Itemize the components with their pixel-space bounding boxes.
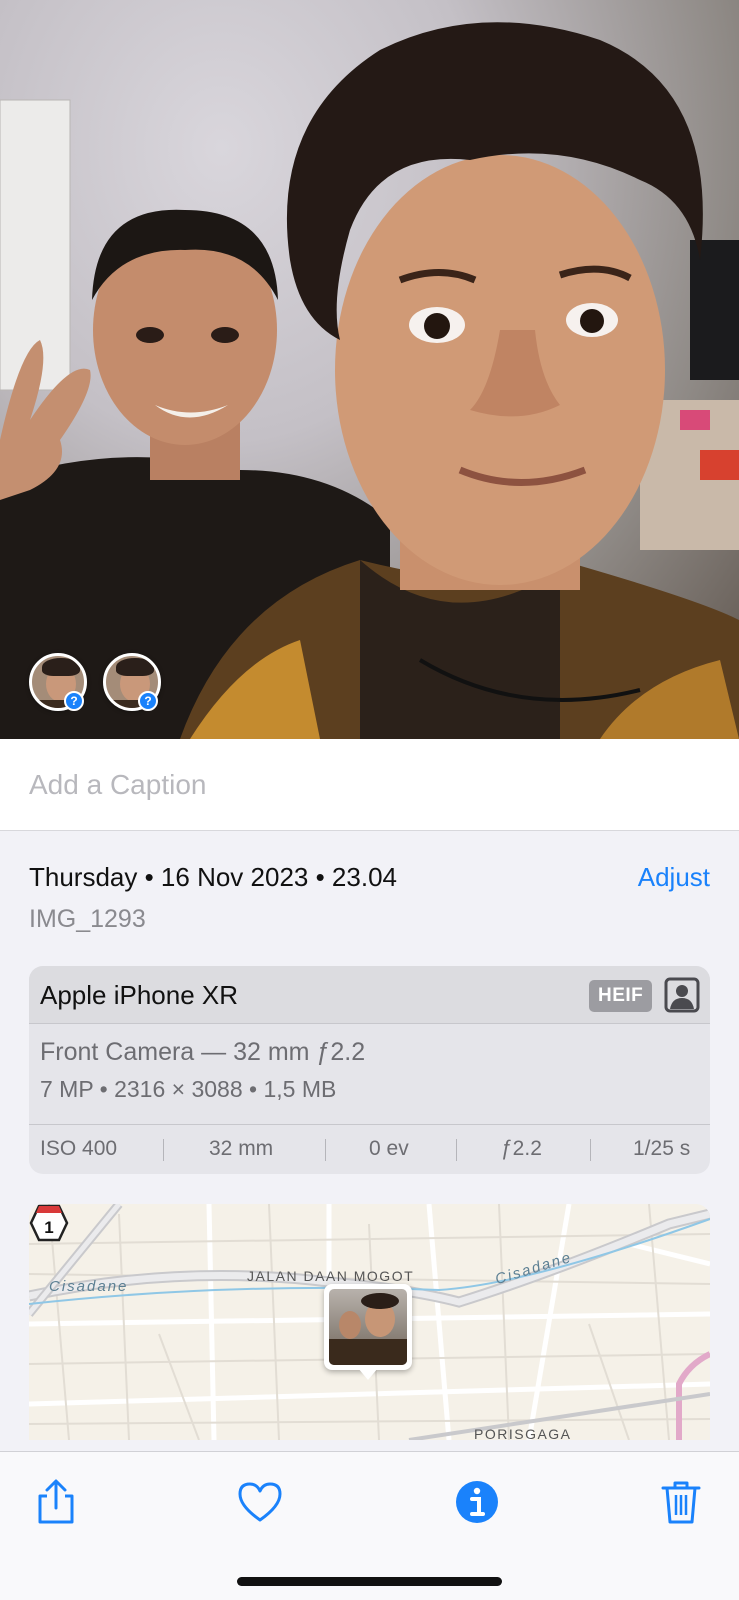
device-name: Apple iPhone XR xyxy=(40,980,239,1010)
location-map[interactable]: Cisadane Cisadane JALAN DAAN MOGOT PORIS… xyxy=(29,1204,710,1440)
camera-info-card: Apple iPhone XR HEIF Front Camera — 32 m… xyxy=(29,966,710,1174)
unknown-person-badge-1: ? xyxy=(64,691,84,711)
photo-view[interactable]: ? ? xyxy=(0,0,739,739)
info-icon[interactable] xyxy=(453,1478,501,1526)
exif-row: ISO 400 32 mm 0 ev ƒ2.2 1/25 s xyxy=(29,1124,710,1174)
map-photo-thumbnail xyxy=(329,1289,407,1365)
capture-date: Thursday • 16 Nov 2023 • 23.04 xyxy=(29,862,397,892)
heart-icon[interactable] xyxy=(236,1478,284,1526)
map-label-river-left: Cisadane xyxy=(49,1278,129,1295)
file-name: IMG_1293 xyxy=(29,905,146,933)
photo-illustration xyxy=(0,22,739,739)
route-shield-number: 1 xyxy=(44,1218,53,1237)
exif-aperture: ƒ2.2 xyxy=(501,1137,542,1160)
exif-exposure-value: 0 ev xyxy=(369,1137,409,1160)
caption-input[interactable] xyxy=(29,763,709,807)
route-shield-icon: 1 xyxy=(29,1204,69,1242)
camera-info-header: Apple iPhone XR HEIF xyxy=(29,966,710,1024)
exif-iso: ISO 400 xyxy=(40,1137,118,1160)
trash-icon[interactable] xyxy=(657,1478,705,1526)
exif-shutter-speed: 1/25 s xyxy=(633,1137,691,1160)
image-specs: 7 MP • 2316 × 3088 • 1,5 MB xyxy=(40,1076,337,1102)
unknown-person-badge-2: ? xyxy=(138,691,158,711)
exif-focal-length: 32 mm xyxy=(209,1137,274,1160)
format-badge: HEIF xyxy=(589,980,653,1012)
caption-section xyxy=(0,739,739,831)
map-label-road: JALAN DAAN MOGOT xyxy=(247,1268,415,1284)
person-portrait-icon xyxy=(664,977,700,1013)
home-indicator xyxy=(237,1577,502,1586)
photo-location-pin[interactable] xyxy=(324,1284,412,1380)
map-label-area: PORISGAGA xyxy=(474,1426,572,1440)
share-icon[interactable] xyxy=(32,1478,80,1526)
lens-info: Front Camera — 32 mm ƒ2.2 xyxy=(40,1038,366,1066)
adjust-date-button[interactable]: Adjust xyxy=(638,862,710,893)
